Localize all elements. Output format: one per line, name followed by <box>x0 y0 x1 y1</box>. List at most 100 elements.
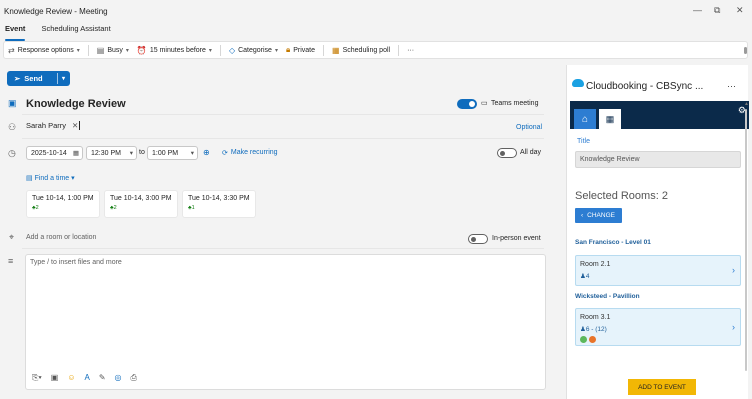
chevron-right-icon: › <box>732 322 735 332</box>
send-button[interactable]: ➢ Send ▾ <box>7 71 70 86</box>
home-icon[interactable]: ⌂ <box>574 109 596 129</box>
start-date-value: 2025-10-14 <box>31 149 67 157</box>
body-editor[interactable]: Type / to insert files and more ⎘▾ ▣ ☺ A… <box>25 254 546 390</box>
alarm-icon: ⏰ <box>136 45 147 55</box>
scheduling-poll-button[interactable]: ▦ Scheduling poll <box>332 46 390 55</box>
ribbon-toolbar: ⇄ Response options ▾ ▤ Busy ▾ ⏰ 15 minut… <box>3 41 748 59</box>
more-options-button[interactable]: ··· <box>407 47 414 54</box>
body-toolbar: ⎘▾ ▣ ☺ A ✎ ◎ ⎙ <box>32 373 137 383</box>
ribbon-scrollbar[interactable] <box>744 47 747 54</box>
more-icon[interactable]: ⋯ <box>727 81 736 92</box>
start-time-dropdown[interactable]: 12:30 PM ▾ <box>86 146 137 160</box>
lock-icon: 🔒︎ <box>285 45 291 54</box>
attendee-name: Sarah Parry <box>26 121 67 130</box>
slot-attendee-count: ♣2 <box>110 205 117 211</box>
loop-icon[interactable]: ◎ <box>115 373 122 383</box>
video-icon: ▭ <box>481 100 488 107</box>
private-button[interactable]: 🔒︎ Private <box>286 45 315 55</box>
calendar-icon: ▦ <box>72 150 79 157</box>
chevron-down-icon[interactable]: ▾ <box>62 75 65 82</box>
room-capacity: ♟6 - (12) <box>580 326 607 333</box>
addin-title: Cloudbooking - CBSync ... <box>586 81 704 92</box>
time-zone-globe-icon[interactable]: ⊕ <box>203 148 210 157</box>
subject-input[interactable]: Knowledge Review <box>26 98 126 110</box>
room-name: Room 2.1 <box>580 261 611 268</box>
feature-icon <box>580 336 587 343</box>
signature-icon[interactable]: ⎙ <box>131 373 137 383</box>
to-label: to <box>139 149 145 156</box>
minimize-icon[interactable]: — <box>693 5 702 15</box>
scroll-thumb[interactable] <box>745 109 747 371</box>
cloud-icon <box>572 79 584 87</box>
emoji-icon[interactable]: ☺ <box>67 373 75 383</box>
optional-attendees-link[interactable]: Optional <box>516 124 542 131</box>
room-capacity: ♟4 <box>580 273 590 280</box>
slot-time: Tue 10-14, 3:00 PM <box>110 195 172 202</box>
briefcase-icon: ▤ <box>96 45 105 55</box>
chevron-down-icon: ▾ <box>125 47 129 54</box>
response-options-icon: ⇄ <box>8 45 15 55</box>
chevron-down-icon: ▾ <box>274 47 278 54</box>
addin-nav: ⌂ ▦ ⚙ <box>570 101 749 129</box>
slot-time: Tue 10-14, 3:30 PM <box>188 195 250 202</box>
text-lines-icon: ≡ <box>8 256 14 266</box>
teams-meeting-toggle[interactable] <box>457 99 477 109</box>
find-a-time-button[interactable]: ▤ Find a time ▾ <box>26 174 75 182</box>
end-time-dropdown[interactable]: 1:00 PM ▾ <box>147 146 198 160</box>
attendee-chip[interactable]: Sarah Parry ✕ <box>26 121 78 130</box>
scroll-up-icon[interactable]: ▲ <box>744 101 749 107</box>
response-options-button[interactable]: ⇄ Response options ▾ <box>8 46 80 55</box>
room-card[interactable]: Room 3.1 ♟6 - (12) › <box>575 308 741 346</box>
room-name: Room 3.1 <box>580 314 611 321</box>
tag-icon: ◇ <box>228 45 236 55</box>
reminder-label: 15 minutes before <box>149 46 206 54</box>
divider <box>398 44 400 56</box>
restore-icon[interactable]: ⧉ <box>714 5 720 16</box>
remove-attendee-icon[interactable]: ✕ <box>72 121 78 130</box>
title-field-label: Title <box>577 138 590 145</box>
reminder-dropdown[interactable]: ⏰ 15 minutes before ▾ <box>137 46 212 55</box>
room-features <box>580 336 596 343</box>
divider <box>22 114 544 115</box>
all-day-toggle[interactable] <box>497 148 517 158</box>
tab-event[interactable]: Event <box>5 24 26 41</box>
categorise-dropdown[interactable]: ◇ Categorise ▾ <box>229 46 278 55</box>
close-icon[interactable]: ✕ <box>736 5 744 16</box>
room-card[interactable]: Room 2.1 ♟4 › <box>575 255 741 286</box>
start-time-value: 12:30 PM <box>91 149 121 157</box>
start-date-picker[interactable]: 2025-10-14 ▦ <box>26 146 83 160</box>
make-recurring-label: Make recurring <box>230 149 278 156</box>
format-text-icon[interactable]: A <box>85 373 90 383</box>
in-person-toggle[interactable] <box>468 234 488 244</box>
more-icon: ··· <box>407 46 415 54</box>
add-to-event-button[interactable]: ADD TO EVENT <box>628 379 696 395</box>
draw-icon[interactable]: ✎ <box>99 373 106 383</box>
chevron-right-icon: › <box>732 265 735 275</box>
attendee-input-caret <box>79 121 80 130</box>
feature-icon <box>589 336 596 343</box>
private-label: Private <box>293 46 316 54</box>
suggested-time-slot[interactable]: Tue 10-14, 3:30 PM ♣1 <box>182 190 256 218</box>
tab-bar: Event Scheduling Assistant <box>0 24 111 41</box>
suggested-time-slot[interactable]: Tue 10-14, 1:00 PM ♣2 <box>26 190 100 218</box>
response-options-label: Response options <box>17 46 74 54</box>
attach-icon[interactable]: ⎘▾ <box>32 373 42 383</box>
calendar-check-icon[interactable]: ▦ <box>599 109 621 129</box>
make-recurring-button[interactable]: ⟳ Make recurring <box>222 149 278 157</box>
suggested-time-slot[interactable]: Tue 10-14, 3:00 PM ♣2 <box>104 190 178 218</box>
slot-time: Tue 10-14, 1:00 PM <box>32 195 94 202</box>
location-input[interactable]: Add a room or location <box>26 234 96 241</box>
change-label: CHANGE <box>587 212 615 219</box>
title-field[interactable]: Knowledge Review <box>575 151 741 168</box>
addin-scrollbar[interactable]: ▲ <box>744 101 749 371</box>
all-day-label: All day <box>520 149 542 156</box>
end-time-value: 1:00 PM <box>152 149 179 157</box>
divider <box>22 138 544 139</box>
divider <box>87 44 89 56</box>
chevron-down-icon: ▾ <box>76 47 80 54</box>
tab-scheduling-assistant[interactable]: Scheduling Assistant <box>41 24 110 38</box>
change-button[interactable]: ‹ CHANGE <box>575 208 622 223</box>
in-person-label: In-person event <box>492 235 541 242</box>
image-icon[interactable]: ▣ <box>51 373 59 383</box>
busy-dropdown[interactable]: ▤ Busy ▾ <box>97 46 129 55</box>
